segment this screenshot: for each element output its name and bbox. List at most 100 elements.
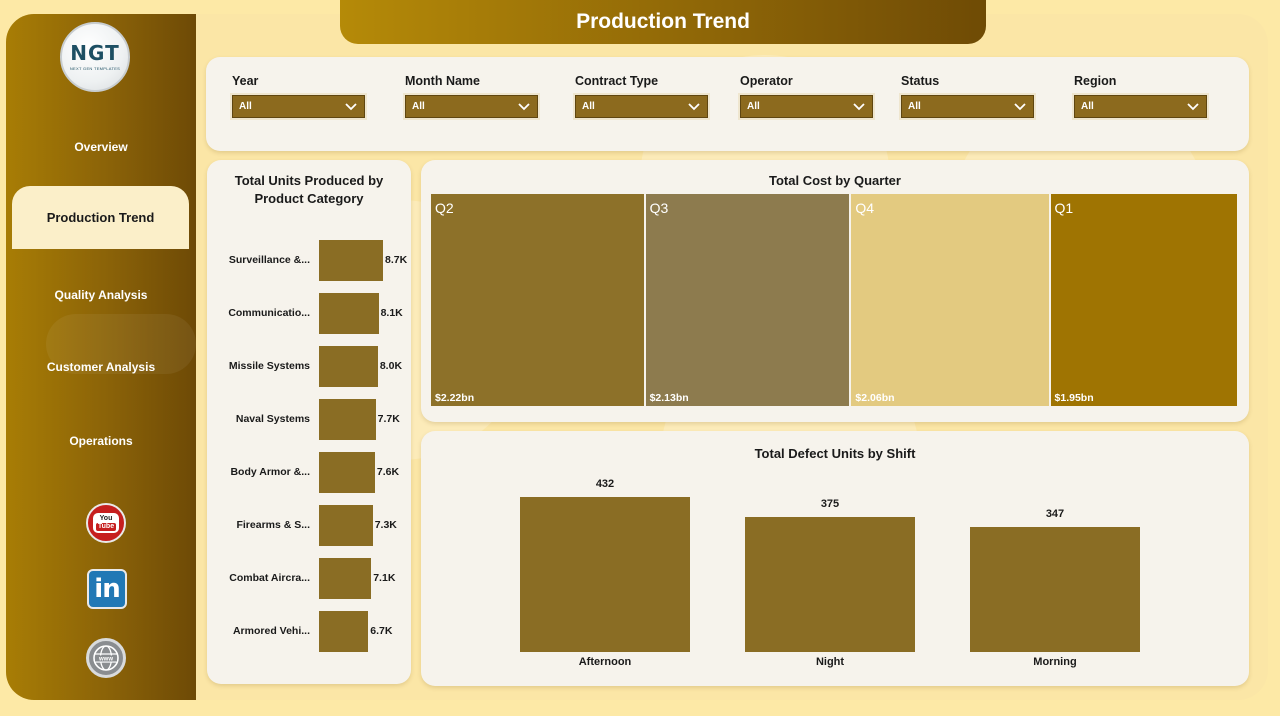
nav-quality-analysis[interactable]: Quality Analysis bbox=[6, 275, 196, 315]
nav-customer-analysis-label: Customer Analysis bbox=[46, 360, 156, 374]
treemap-tile-value: $2.22bn bbox=[435, 392, 475, 404]
bar[interactable] bbox=[319, 240, 383, 281]
bar-value-label: 7.6K bbox=[376, 466, 400, 478]
filter-month-name: Month Name All bbox=[405, 74, 538, 118]
filter-status-value: All bbox=[908, 101, 921, 112]
bar[interactable] bbox=[319, 611, 369, 652]
bar[interactable] bbox=[319, 452, 375, 493]
nav-overview[interactable]: Overview bbox=[6, 127, 196, 167]
treemap-tile[interactable]: Q1 $1.95bn bbox=[1050, 194, 1237, 406]
filter-region-dropdown[interactable]: All bbox=[1074, 95, 1207, 118]
filter-year-dropdown[interactable]: All bbox=[232, 95, 365, 118]
chevron-down-icon bbox=[1014, 102, 1026, 110]
logo-text: NGT bbox=[70, 41, 120, 65]
nav-production-trend-label: Production Trend bbox=[46, 210, 155, 225]
bar-value-label: 7.3K bbox=[374, 519, 397, 531]
cost-by-quarter-title: Total Cost by Quarter bbox=[769, 173, 901, 188]
column-value-label: 375 bbox=[820, 498, 840, 511]
treemap-tile[interactable]: Q4 $2.06bn bbox=[851, 194, 1049, 406]
youtube-text-you: You bbox=[99, 515, 113, 522]
bar[interactable] bbox=[319, 346, 378, 387]
filter-year-label: Year bbox=[232, 74, 259, 88]
chevron-down-icon bbox=[345, 102, 357, 110]
column[interactable] bbox=[970, 527, 1140, 652]
filter-year-value: All bbox=[239, 101, 252, 112]
filter-operator-dropdown[interactable]: All bbox=[740, 95, 873, 118]
filter-contract-dropdown[interactable]: All bbox=[575, 95, 708, 118]
bar-value-label: 8.1K bbox=[380, 307, 403, 319]
filter-month-value: All bbox=[412, 101, 425, 112]
filter-status: Status All bbox=[901, 74, 1034, 118]
nav-operations[interactable]: Operations bbox=[6, 421, 196, 461]
treemap-tile-label: Q2 bbox=[435, 200, 454, 216]
treemap-tile-value: $2.13bn bbox=[649, 392, 689, 404]
filter-operator-label: Operator bbox=[740, 74, 793, 88]
bar-value-label: 7.7K bbox=[377, 413, 400, 425]
nav-production-trend[interactable]: Production Trend bbox=[12, 186, 189, 249]
bar-value-label: 6.7K bbox=[370, 625, 393, 637]
nav-operations-label: Operations bbox=[69, 434, 133, 448]
chevron-down-icon bbox=[1187, 102, 1199, 110]
page-title-text: Production Trend bbox=[576, 10, 750, 33]
filter-operator-value: All bbox=[747, 101, 760, 112]
column-category-label: Afternoon bbox=[578, 656, 632, 668]
filter-operator: Operator All bbox=[740, 74, 873, 118]
sidebar: NGT NEXT GEN TEMPLATES Overview Producti… bbox=[6, 14, 196, 700]
column[interactable] bbox=[745, 517, 915, 652]
treemap-tile-label: Q4 bbox=[855, 200, 875, 216]
youtube-icon[interactable]: You Tube bbox=[86, 503, 126, 543]
filter-month-dropdown[interactable]: All bbox=[405, 95, 538, 118]
treemap-tile-value: $1.95bn bbox=[1054, 392, 1094, 404]
filter-region: Region All bbox=[1074, 74, 1207, 118]
treemap-tile-label: Q3 bbox=[649, 200, 669, 216]
globe-svg: www bbox=[93, 645, 119, 671]
treemap-tile[interactable]: Q2 $2.22bn bbox=[431, 194, 644, 406]
bar[interactable] bbox=[319, 505, 373, 546]
linkedin-icon[interactable]: in bbox=[87, 569, 127, 609]
logo-subtext: NEXT GEN TEMPLATES bbox=[69, 66, 121, 71]
bar[interactable] bbox=[319, 558, 372, 599]
filter-region-value: All bbox=[1081, 101, 1094, 112]
treemap-tile-label: Q1 bbox=[1054, 200, 1074, 216]
bar-category-label: Combat Aircra... bbox=[229, 572, 310, 584]
bar-category-label: Surveillance &... bbox=[228, 254, 310, 266]
bar-value-label: 8.7K bbox=[385, 254, 408, 266]
column-value-label: 347 bbox=[1045, 508, 1065, 521]
filter-year: Year All bbox=[232, 74, 365, 118]
nav-overview-label: Overview bbox=[74, 140, 128, 154]
bar-category-label: Naval Systems bbox=[235, 413, 310, 425]
bar-category-label: Missile Systems bbox=[228, 360, 310, 372]
bar-category-label: Armored Vehi... bbox=[232, 625, 310, 637]
youtube-text-tube: Tube bbox=[95, 523, 117, 531]
column-category-label: Night bbox=[815, 656, 845, 668]
column[interactable] bbox=[520, 497, 690, 652]
globe-icon[interactable]: www bbox=[86, 638, 126, 678]
filter-contract-type: Contract Type All bbox=[575, 74, 708, 118]
nav-quality-analysis-label: Quality Analysis bbox=[54, 288, 148, 302]
youtube-logo: You Tube bbox=[93, 513, 119, 533]
bar[interactable] bbox=[319, 399, 376, 440]
filter-month-label: Month Name bbox=[405, 74, 480, 88]
bar[interactable] bbox=[319, 293, 379, 334]
chevron-down-icon bbox=[688, 102, 700, 110]
nav-customer-analysis[interactable]: Customer Analysis bbox=[6, 347, 196, 387]
chevron-down-icon bbox=[518, 102, 530, 110]
page-title: Production Trend bbox=[340, 0, 986, 44]
column-value-label: 432 bbox=[595, 478, 615, 490]
treemap-tile[interactable]: Q3 $2.13bn bbox=[645, 194, 850, 406]
chevron-down-icon bbox=[853, 102, 865, 110]
bar-category-label: Body Armor &... bbox=[230, 466, 310, 478]
filter-contract-value: All bbox=[582, 101, 595, 112]
bar-category-label: Firearms & S... bbox=[236, 519, 310, 531]
filter-status-dropdown[interactable]: All bbox=[901, 95, 1034, 118]
column-category-label: Morning bbox=[1033, 656, 1077, 668]
ngt-logo[interactable]: NGT NEXT GEN TEMPLATES bbox=[60, 22, 130, 92]
bar-value-label: 7.1K bbox=[373, 572, 396, 584]
linkedin-text: in bbox=[94, 574, 120, 604]
filter-contract-label: Contract Type bbox=[575, 74, 659, 88]
filter-region-label: Region bbox=[1074, 74, 1117, 88]
defects-by-shift-title: Total Defect Units by Shift bbox=[754, 446, 916, 461]
filter-status-label: Status bbox=[901, 74, 940, 88]
bar-category-label: Communicatio... bbox=[228, 307, 310, 319]
bar-value-label: 8.0K bbox=[379, 360, 403, 372]
